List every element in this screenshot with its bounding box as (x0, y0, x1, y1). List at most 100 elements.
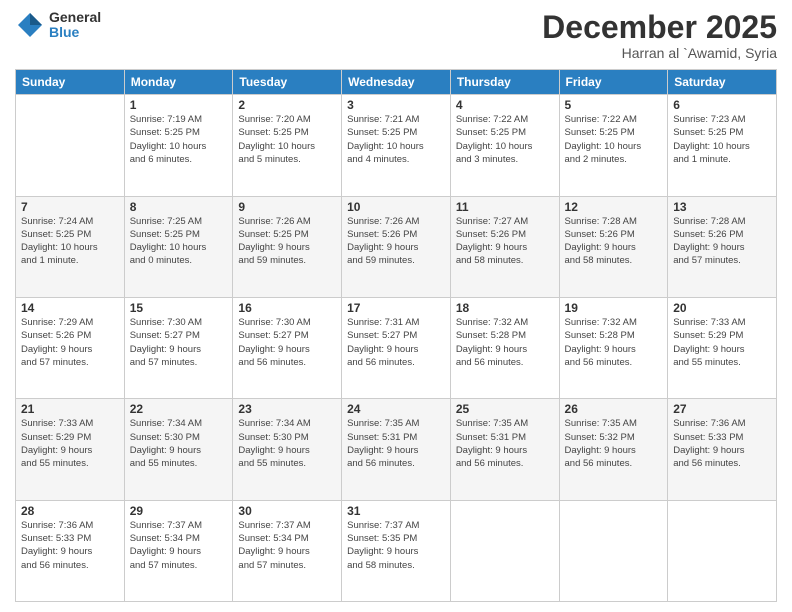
day-info: Sunrise: 7:37 AM Sunset: 5:35 PM Dayligh… (347, 519, 445, 572)
logo-general: General (49, 10, 101, 25)
calendar-cell: 3Sunrise: 7:21 AM Sunset: 5:25 PM Daylig… (342, 95, 451, 196)
calendar-cell: 31Sunrise: 7:37 AM Sunset: 5:35 PM Dayli… (342, 500, 451, 601)
day-number: 22 (130, 402, 228, 416)
calendar-cell (450, 500, 559, 601)
day-number: 29 (130, 504, 228, 518)
day-number: 14 (21, 301, 119, 315)
calendar-col-sunday: Sunday (16, 70, 125, 95)
day-info: Sunrise: 7:26 AM Sunset: 5:26 PM Dayligh… (347, 215, 445, 268)
calendar-table: SundayMondayTuesdayWednesdayThursdayFrid… (15, 69, 777, 602)
calendar-week-0: 1Sunrise: 7:19 AM Sunset: 5:25 PM Daylig… (16, 95, 777, 196)
day-number: 9 (238, 200, 336, 214)
day-number: 30 (238, 504, 336, 518)
calendar-col-friday: Friday (559, 70, 668, 95)
calendar-cell: 15Sunrise: 7:30 AM Sunset: 5:27 PM Dayli… (124, 297, 233, 398)
calendar-week-3: 21Sunrise: 7:33 AM Sunset: 5:29 PM Dayli… (16, 399, 777, 500)
calendar-cell: 14Sunrise: 7:29 AM Sunset: 5:26 PM Dayli… (16, 297, 125, 398)
day-number: 10 (347, 200, 445, 214)
day-info: Sunrise: 7:24 AM Sunset: 5:25 PM Dayligh… (21, 215, 119, 268)
day-number: 2 (238, 98, 336, 112)
calendar-cell (559, 500, 668, 601)
calendar-cell: 29Sunrise: 7:37 AM Sunset: 5:34 PM Dayli… (124, 500, 233, 601)
day-number: 24 (347, 402, 445, 416)
calendar-cell: 12Sunrise: 7:28 AM Sunset: 5:26 PM Dayli… (559, 196, 668, 297)
day-info: Sunrise: 7:28 AM Sunset: 5:26 PM Dayligh… (673, 215, 771, 268)
calendar-cell (16, 95, 125, 196)
day-info: Sunrise: 7:37 AM Sunset: 5:34 PM Dayligh… (130, 519, 228, 572)
title-block: December 2025 Harran al `Awamid, Syria (542, 10, 777, 61)
calendar-cell: 9Sunrise: 7:26 AM Sunset: 5:25 PM Daylig… (233, 196, 342, 297)
calendar-week-2: 14Sunrise: 7:29 AM Sunset: 5:26 PM Dayli… (16, 297, 777, 398)
calendar-header-row: SundayMondayTuesdayWednesdayThursdayFrid… (16, 70, 777, 95)
day-info: Sunrise: 7:30 AM Sunset: 5:27 PM Dayligh… (130, 316, 228, 369)
day-info: Sunrise: 7:36 AM Sunset: 5:33 PM Dayligh… (673, 417, 771, 470)
day-number: 13 (673, 200, 771, 214)
calendar-cell: 13Sunrise: 7:28 AM Sunset: 5:26 PM Dayli… (668, 196, 777, 297)
day-number: 8 (130, 200, 228, 214)
calendar-cell: 16Sunrise: 7:30 AM Sunset: 5:27 PM Dayli… (233, 297, 342, 398)
calendar-col-monday: Monday (124, 70, 233, 95)
page: General Blue December 2025 Harran al `Aw… (0, 0, 792, 612)
day-info: Sunrise: 7:33 AM Sunset: 5:29 PM Dayligh… (21, 417, 119, 470)
month-title: December 2025 (542, 10, 777, 45)
day-info: Sunrise: 7:26 AM Sunset: 5:25 PM Dayligh… (238, 215, 336, 268)
day-info: Sunrise: 7:32 AM Sunset: 5:28 PM Dayligh… (456, 316, 554, 369)
day-info: Sunrise: 7:30 AM Sunset: 5:27 PM Dayligh… (238, 316, 336, 369)
calendar-cell: 22Sunrise: 7:34 AM Sunset: 5:30 PM Dayli… (124, 399, 233, 500)
day-info: Sunrise: 7:35 AM Sunset: 5:31 PM Dayligh… (456, 417, 554, 470)
day-number: 23 (238, 402, 336, 416)
day-number: 25 (456, 402, 554, 416)
calendar-cell: 17Sunrise: 7:31 AM Sunset: 5:27 PM Dayli… (342, 297, 451, 398)
day-info: Sunrise: 7:32 AM Sunset: 5:28 PM Dayligh… (565, 316, 663, 369)
day-number: 1 (130, 98, 228, 112)
logo-text: General Blue (49, 10, 101, 41)
day-info: Sunrise: 7:21 AM Sunset: 5:25 PM Dayligh… (347, 113, 445, 166)
calendar-cell: 11Sunrise: 7:27 AM Sunset: 5:26 PM Dayli… (450, 196, 559, 297)
day-number: 17 (347, 301, 445, 315)
calendar-cell: 27Sunrise: 7:36 AM Sunset: 5:33 PM Dayli… (668, 399, 777, 500)
day-info: Sunrise: 7:28 AM Sunset: 5:26 PM Dayligh… (565, 215, 663, 268)
day-info: Sunrise: 7:35 AM Sunset: 5:32 PM Dayligh… (565, 417, 663, 470)
day-number: 31 (347, 504, 445, 518)
calendar-cell: 18Sunrise: 7:32 AM Sunset: 5:28 PM Dayli… (450, 297, 559, 398)
calendar-cell: 30Sunrise: 7:37 AM Sunset: 5:34 PM Dayli… (233, 500, 342, 601)
calendar-cell: 20Sunrise: 7:33 AM Sunset: 5:29 PM Dayli… (668, 297, 777, 398)
day-number: 26 (565, 402, 663, 416)
calendar-cell: 19Sunrise: 7:32 AM Sunset: 5:28 PM Dayli… (559, 297, 668, 398)
calendar-cell (668, 500, 777, 601)
day-number: 16 (238, 301, 336, 315)
calendar-cell: 24Sunrise: 7:35 AM Sunset: 5:31 PM Dayli… (342, 399, 451, 500)
calendar-cell: 1Sunrise: 7:19 AM Sunset: 5:25 PM Daylig… (124, 95, 233, 196)
day-number: 21 (21, 402, 119, 416)
day-info: Sunrise: 7:20 AM Sunset: 5:25 PM Dayligh… (238, 113, 336, 166)
location: Harran al `Awamid, Syria (542, 45, 777, 61)
calendar-cell: 7Sunrise: 7:24 AM Sunset: 5:25 PM Daylig… (16, 196, 125, 297)
calendar-cell: 21Sunrise: 7:33 AM Sunset: 5:29 PM Dayli… (16, 399, 125, 500)
calendar-col-thursday: Thursday (450, 70, 559, 95)
day-number: 20 (673, 301, 771, 315)
calendar-week-1: 7Sunrise: 7:24 AM Sunset: 5:25 PM Daylig… (16, 196, 777, 297)
day-info: Sunrise: 7:34 AM Sunset: 5:30 PM Dayligh… (238, 417, 336, 470)
logo-icon (15, 10, 45, 40)
day-number: 15 (130, 301, 228, 315)
calendar-col-saturday: Saturday (668, 70, 777, 95)
day-info: Sunrise: 7:29 AM Sunset: 5:26 PM Dayligh… (21, 316, 119, 369)
day-number: 28 (21, 504, 119, 518)
day-info: Sunrise: 7:36 AM Sunset: 5:33 PM Dayligh… (21, 519, 119, 572)
day-info: Sunrise: 7:22 AM Sunset: 5:25 PM Dayligh… (565, 113, 663, 166)
header: General Blue December 2025 Harran al `Aw… (15, 10, 777, 61)
calendar-cell: 25Sunrise: 7:35 AM Sunset: 5:31 PM Dayli… (450, 399, 559, 500)
day-number: 6 (673, 98, 771, 112)
day-info: Sunrise: 7:23 AM Sunset: 5:25 PM Dayligh… (673, 113, 771, 166)
day-info: Sunrise: 7:25 AM Sunset: 5:25 PM Dayligh… (130, 215, 228, 268)
day-info: Sunrise: 7:22 AM Sunset: 5:25 PM Dayligh… (456, 113, 554, 166)
logo-blue: Blue (49, 25, 101, 40)
day-number: 5 (565, 98, 663, 112)
calendar-cell: 2Sunrise: 7:20 AM Sunset: 5:25 PM Daylig… (233, 95, 342, 196)
calendar-cell: 23Sunrise: 7:34 AM Sunset: 5:30 PM Dayli… (233, 399, 342, 500)
day-info: Sunrise: 7:31 AM Sunset: 5:27 PM Dayligh… (347, 316, 445, 369)
day-number: 3 (347, 98, 445, 112)
calendar-cell: 6Sunrise: 7:23 AM Sunset: 5:25 PM Daylig… (668, 95, 777, 196)
day-info: Sunrise: 7:34 AM Sunset: 5:30 PM Dayligh… (130, 417, 228, 470)
day-number: 19 (565, 301, 663, 315)
